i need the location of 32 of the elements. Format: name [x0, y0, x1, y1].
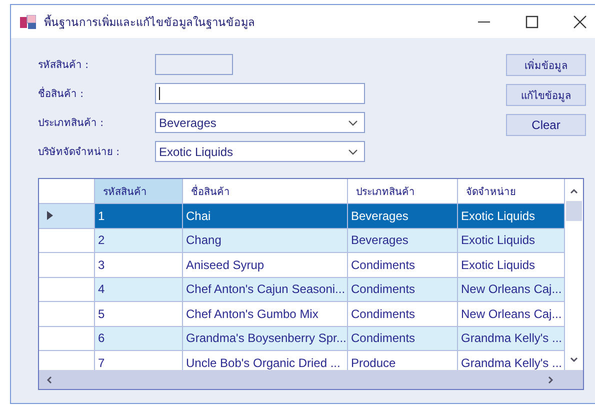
- action-button[interactable]: เพิ่มข้อมูล: [506, 54, 586, 76]
- dropdown[interactable]: Exotic Liquids: [155, 141, 365, 162]
- field-label: รหัสสินค้า :: [38, 58, 90, 72]
- scroll-down-icon[interactable]: [569, 356, 579, 364]
- row-header[interactable]: [39, 326, 95, 351]
- scroll-up-icon[interactable]: [569, 187, 579, 195]
- scroll-right-icon[interactable]: [547, 374, 555, 384]
- row-header[interactable]: [39, 253, 95, 278]
- action-button[interactable]: แก้ไขข้อมูล: [506, 84, 586, 106]
- row-header[interactable]: [39, 302, 95, 326]
- chevron-down-icon: [348, 148, 358, 154]
- scroll-thumb[interactable]: [566, 201, 582, 221]
- id-field[interactable]: [155, 54, 233, 75]
- action-button[interactable]: Clear: [506, 114, 586, 136]
- text-cursor: [159, 87, 160, 100]
- dropdown[interactable]: Beverages: [155, 112, 365, 133]
- row-header[interactable]: [39, 228, 95, 253]
- name-field[interactable]: [155, 83, 365, 104]
- row-pointer-icon: [47, 211, 53, 220]
- horizontal-scrollbar[interactable]: [39, 370, 583, 389]
- column-header[interactable]: รหัสสินค้า: [95, 179, 183, 204]
- scroll-left-icon[interactable]: [45, 374, 53, 384]
- maximize-button[interactable]: [525, 14, 539, 28]
- field-label: บริษัทจัดจำหน่าย :: [38, 146, 121, 159]
- close-button[interactable]: [573, 14, 587, 28]
- row-header[interactable]: [39, 204, 95, 228]
- field-label: ชื่อสินค้า :: [38, 86, 155, 101]
- field-label: ประเภทสินค้า :: [38, 116, 105, 130]
- chevron-down-icon: [348, 120, 358, 126]
- window-title: พื้นฐานการเพิ่มและแก้ไขข้อมูลในฐานข้อมูล: [44, 14, 255, 30]
- row-header[interactable]: [39, 278, 95, 302]
- app-icon: [20, 14, 36, 28]
